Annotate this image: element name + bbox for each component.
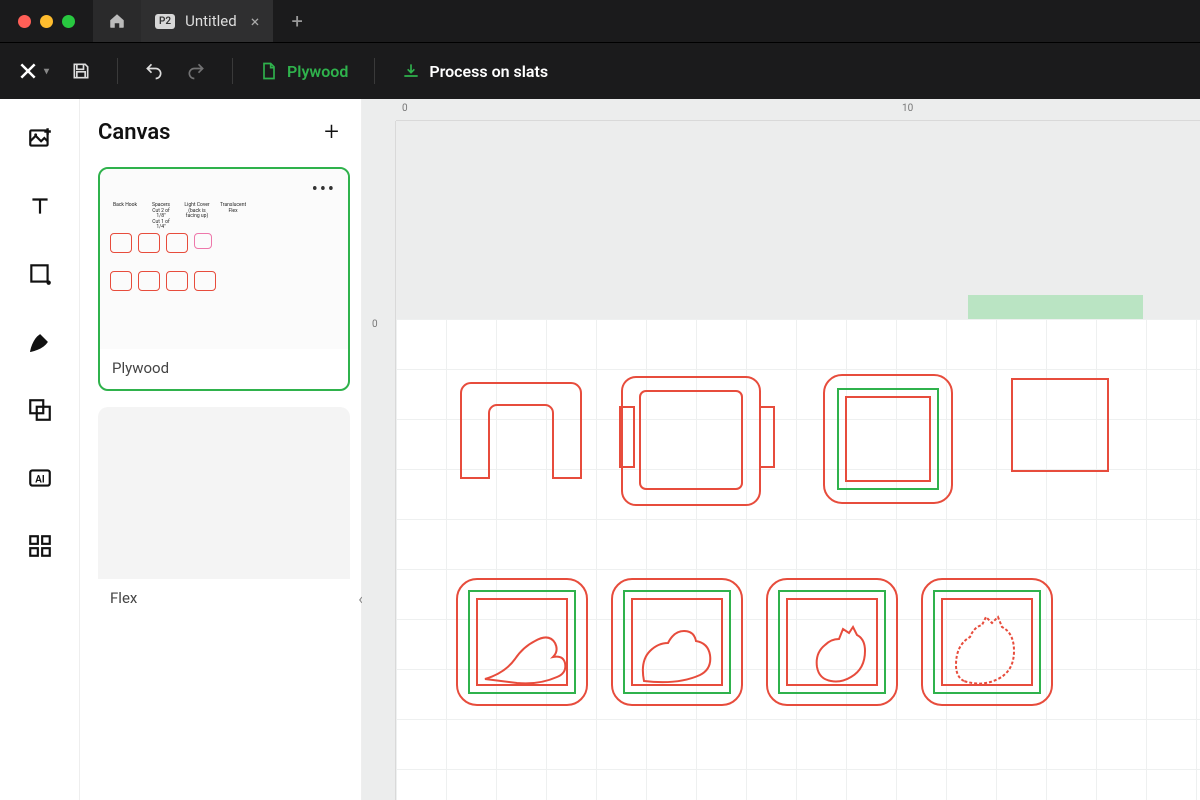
- shape-light-cover[interactable]: [818, 369, 958, 509]
- home-tab[interactable]: [93, 0, 141, 42]
- doc-badge: P2: [155, 14, 175, 29]
- canvas-card-plywood[interactable]: ••• Back HookSpacersCut 2 of 1/8"Cut 1 o…: [98, 167, 350, 391]
- shape-tool[interactable]: [25, 259, 55, 289]
- shape-cat-4[interactable]: [916, 573, 1061, 713]
- canvas-card-flex[interactable]: Flex: [98, 407, 350, 619]
- app-logo-icon: [18, 61, 38, 81]
- ruler-tick: 10: [902, 103, 913, 114]
- artboard[interactable]: [396, 319, 1200, 800]
- undo-button[interactable]: [144, 61, 164, 81]
- ruler-tick: 0: [402, 103, 408, 114]
- text-tool[interactable]: [25, 191, 55, 221]
- apps-tool[interactable]: [25, 531, 55, 561]
- card-label: Plywood: [100, 349, 348, 389]
- redo-button[interactable]: [186, 61, 206, 81]
- shape-translucent-flex[interactable]: [1010, 377, 1120, 481]
- material-label: Plywood: [287, 62, 348, 81]
- shape-cat-1[interactable]: [451, 573, 596, 713]
- ruler-tick: 0: [372, 319, 378, 330]
- insert-image-tool[interactable]: [25, 123, 55, 153]
- close-icon[interactable]: ×: [251, 12, 260, 31]
- card-menu-icon[interactable]: •••: [312, 179, 336, 200]
- new-tab-button[interactable]: +: [273, 9, 321, 33]
- material-selector[interactable]: Plywood: [259, 61, 348, 81]
- image-plus-icon: [27, 125, 53, 151]
- app-menu[interactable]: ▾: [18, 61, 49, 81]
- card-label: Flex: [98, 579, 350, 619]
- doc-title: Untitled: [185, 12, 237, 30]
- vector-tool[interactable]: [25, 327, 55, 357]
- redo-icon: [186, 61, 206, 81]
- slats-icon: [401, 61, 421, 81]
- window-minimize-dot[interactable]: [40, 15, 53, 28]
- pen-icon: [27, 329, 53, 355]
- window-close-dot[interactable]: [18, 15, 31, 28]
- shape-back-hook[interactable]: [456, 373, 586, 493]
- boolean-tool[interactable]: [25, 395, 55, 425]
- grid-icon: [27, 533, 53, 559]
- shape-cat-3[interactable]: [761, 573, 906, 713]
- process-label: Process on slats: [429, 62, 548, 81]
- document-tab[interactable]: P2 Untitled ×: [141, 0, 273, 42]
- thumbnail-preview: Back HookSpacersCut 2 of 1/8"Cut 1 of 1/…: [110, 203, 246, 291]
- ai-tool[interactable]: AI: [25, 463, 55, 493]
- save-icon: [71, 61, 91, 81]
- home-icon: [108, 12, 126, 30]
- square-icon: [27, 261, 53, 287]
- window-zoom-dot[interactable]: [62, 15, 75, 28]
- process-mode[interactable]: Process on slats: [401, 61, 548, 81]
- panel-title: Canvas: [98, 120, 170, 145]
- add-canvas-button[interactable]: +: [324, 117, 339, 147]
- text-icon: [27, 193, 53, 219]
- ai-icon: AI: [27, 465, 53, 491]
- save-button[interactable]: [71, 61, 91, 81]
- chevron-down-icon: ▾: [44, 66, 49, 77]
- shape-cat-2[interactable]: [606, 573, 751, 713]
- shape-spacers[interactable]: [616, 369, 781, 514]
- combine-icon: [27, 397, 53, 423]
- ruler-horizontal: 0 10: [396, 99, 1200, 121]
- svg-text:AI: AI: [35, 474, 45, 485]
- undo-icon: [144, 61, 164, 81]
- ruler-vertical: 0: [362, 121, 396, 800]
- file-icon: [259, 61, 279, 81]
